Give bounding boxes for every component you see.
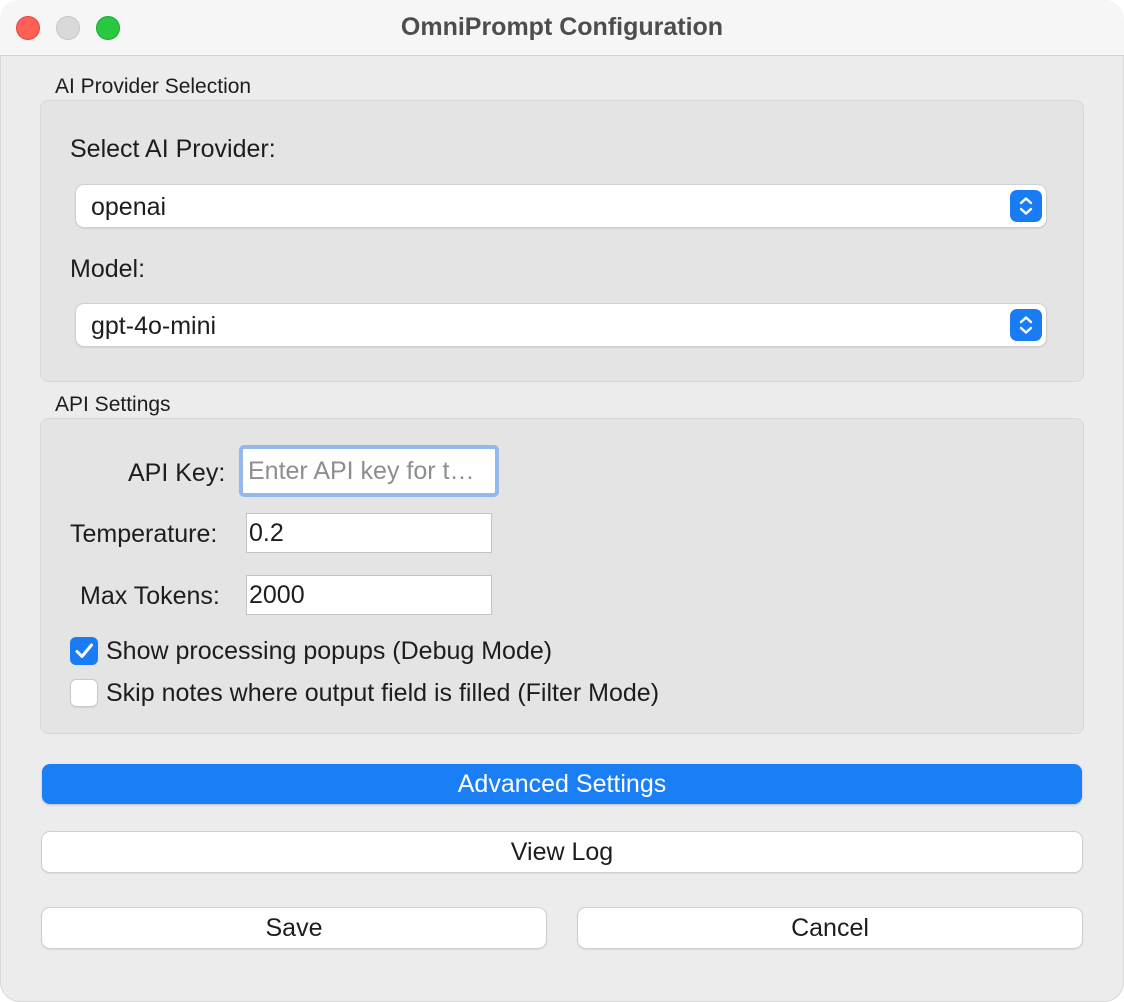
config-window: OmniPrompt Configuration AI Provider Sel… — [0, 0, 1124, 1002]
api-key-label: API Key: — [128, 459, 226, 487]
save-button[interactable]: Save — [42, 908, 546, 948]
view-log-button[interactable]: View Log — [42, 832, 1082, 872]
model-label: Model: — [70, 255, 146, 283]
debug-mode-checkbox[interactable] — [70, 637, 98, 665]
max-tokens-label: Max Tokens: — [80, 582, 220, 610]
debug-mode-label[interactable]: Show processing popups (Debug Mode) — [106, 637, 552, 666]
provider-label: Select AI Provider: — [70, 135, 276, 163]
api-key-input[interactable] — [239, 445, 499, 497]
model-select-chevrons-icon — [1010, 309, 1042, 341]
checkmark-icon — [75, 643, 93, 658]
api-group-title: API Settings — [55, 393, 171, 416]
provider-select-value: openai — [91, 193, 167, 221]
cancel-button[interactable]: Cancel — [578, 908, 1082, 948]
provider-select[interactable]: openai — [76, 185, 1046, 227]
filter-mode-checkbox[interactable] — [70, 679, 98, 707]
provider-select-chevrons-icon — [1010, 190, 1042, 222]
model-select-value: gpt-4o-mini — [91, 312, 217, 340]
title-bar: OmniPrompt Configuration — [0, 0, 1124, 56]
temperature-input[interactable] — [246, 513, 492, 553]
window-title: OmniPrompt Configuration — [400, 13, 724, 41]
temperature-label: Temperature: — [70, 520, 218, 548]
provider-group-title: AI Provider Selection — [55, 75, 252, 98]
max-tokens-input[interactable] — [246, 575, 492, 615]
filter-mode-label[interactable]: Skip notes where output field is filled … — [106, 679, 659, 708]
advanced-settings-button[interactable]: Advanced Settings — [42, 764, 1082, 804]
model-select[interactable]: gpt-4o-mini — [76, 304, 1046, 346]
